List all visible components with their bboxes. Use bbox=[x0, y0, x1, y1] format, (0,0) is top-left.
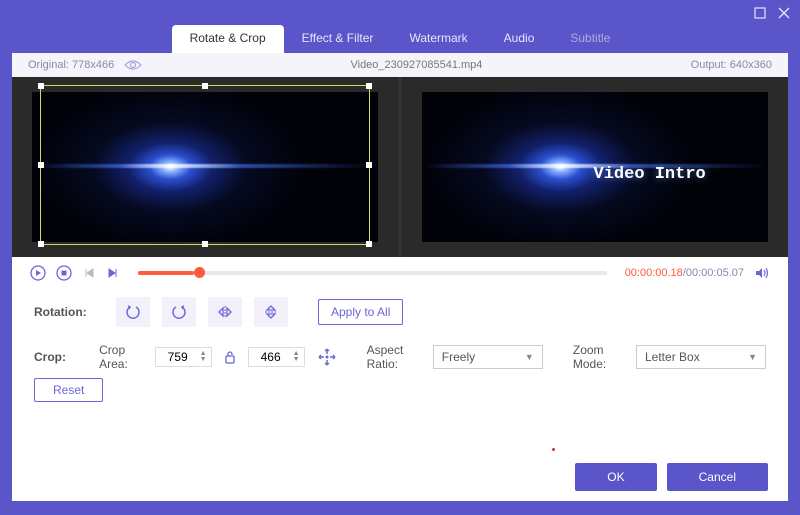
recording-indicator-icon bbox=[552, 448, 555, 451]
next-frame-icon[interactable] bbox=[106, 266, 120, 280]
crop-selection[interactable] bbox=[40, 85, 370, 245]
output-label: Output: bbox=[691, 59, 727, 71]
aspect-ratio-label: Aspect Ratio: bbox=[367, 343, 421, 371]
crop-height-spinner[interactable]: ▲▼ bbox=[293, 351, 300, 363]
crop-handle-r[interactable] bbox=[366, 162, 372, 168]
seek-handle[interactable] bbox=[194, 267, 205, 278]
zoom-mode-select[interactable]: Letter Box▼ bbox=[636, 345, 766, 369]
eye-icon[interactable] bbox=[124, 59, 142, 71]
tab-bar: Rotate & Crop Effect & Filter Watermark … bbox=[0, 25, 800, 53]
prev-frame-icon[interactable] bbox=[82, 266, 96, 280]
original-label: Original: bbox=[28, 59, 69, 71]
rotate-ccw-icon[interactable] bbox=[116, 297, 150, 327]
flip-vertical-icon[interactable] bbox=[254, 297, 288, 327]
close-icon[interactable] bbox=[778, 7, 790, 19]
tab-watermark[interactable]: Watermark bbox=[391, 25, 485, 53]
crop-handle-t[interactable] bbox=[202, 83, 208, 89]
reset-button[interactable]: Reset bbox=[34, 378, 103, 402]
time-display: 00:00:00.18/00:00:05.07 bbox=[625, 267, 744, 279]
crop-area-label: Crop Area: bbox=[99, 343, 143, 371]
tab-audio[interactable]: Audio bbox=[486, 25, 553, 53]
chevron-down-icon: ▼ bbox=[525, 352, 534, 362]
output-dimensions: 640x360 bbox=[730, 59, 772, 71]
zoom-mode-label: Zoom Mode: bbox=[573, 343, 624, 371]
filename-label: Video_230927085541.mp4 bbox=[142, 59, 690, 71]
lock-aspect-icon[interactable] bbox=[224, 350, 236, 364]
ok-button[interactable]: OK bbox=[575, 463, 656, 491]
crop-width-spinner[interactable]: ▲▼ bbox=[200, 351, 207, 363]
tab-subtitle: Subtitle bbox=[552, 25, 628, 53]
seek-bar[interactable] bbox=[138, 271, 607, 275]
chevron-down-icon: ▼ bbox=[748, 352, 757, 362]
editor-panel: Original: 778x466 Video_230927085541.mp4… bbox=[12, 53, 788, 501]
play-icon[interactable] bbox=[30, 265, 46, 281]
cancel-button[interactable]: Cancel bbox=[667, 463, 768, 491]
crop-handle-l[interactable] bbox=[38, 162, 44, 168]
crop-handle-tl[interactable] bbox=[38, 83, 44, 89]
original-dimensions: 778x466 bbox=[72, 59, 114, 71]
stop-icon[interactable] bbox=[56, 265, 72, 281]
crop-height-input[interactable] bbox=[253, 350, 289, 364]
crop-row: Crop: Crop Area: ▲▼ ▲▼ Aspect Ratio: Fre… bbox=[12, 335, 788, 379]
crop-width-field[interactable]: ▲▼ bbox=[155, 347, 212, 367]
center-crop-icon[interactable] bbox=[317, 344, 337, 370]
volume-icon[interactable] bbox=[754, 265, 770, 281]
preview-info-bar: Original: 778x466 Video_230927085541.mp4… bbox=[12, 53, 788, 77]
maximize-icon[interactable] bbox=[754, 7, 766, 19]
preview-output: Video Intro bbox=[402, 77, 788, 257]
rotation-label: Rotation: bbox=[34, 305, 104, 319]
tab-effect-filter[interactable]: Effect & Filter bbox=[284, 25, 392, 53]
preview-original[interactable] bbox=[12, 77, 398, 257]
aspect-ratio-select[interactable]: Freely▼ bbox=[433, 345, 543, 369]
crop-handle-b[interactable] bbox=[202, 241, 208, 247]
crop-handle-br[interactable] bbox=[366, 241, 372, 247]
crop-height-field[interactable]: ▲▼ bbox=[248, 347, 305, 367]
apply-to-all-button[interactable]: Apply to All bbox=[318, 299, 403, 325]
playback-controls: 00:00:00.18/00:00:05.07 bbox=[12, 257, 788, 289]
preview-panes: Video Intro bbox=[12, 77, 788, 257]
flip-horizontal-icon[interactable] bbox=[208, 297, 242, 327]
rotation-row: Rotation: Apply to All bbox=[12, 289, 788, 335]
tab-rotate-crop[interactable]: Rotate & Crop bbox=[172, 25, 284, 53]
crop-handle-bl[interactable] bbox=[38, 241, 44, 247]
video-intro-text: Video Intro bbox=[594, 165, 706, 184]
rotate-cw-icon[interactable] bbox=[162, 297, 196, 327]
crop-handle-tr[interactable] bbox=[366, 83, 372, 89]
crop-width-input[interactable] bbox=[160, 350, 196, 364]
dialog-footer: OK Cancel bbox=[575, 463, 768, 491]
crop-label: Crop: bbox=[34, 350, 87, 364]
window-titlebar bbox=[0, 0, 800, 25]
